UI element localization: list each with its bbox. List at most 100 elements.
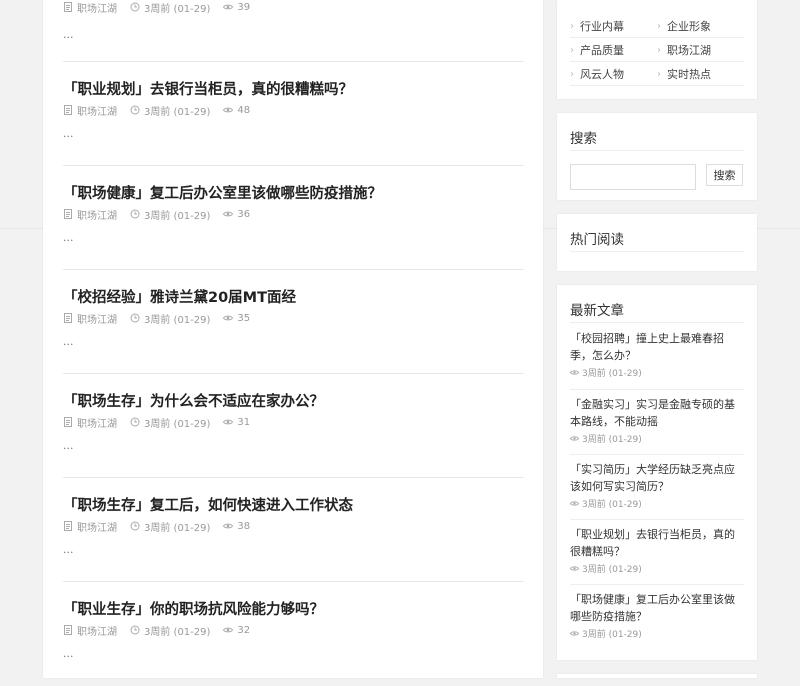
eye-icon bbox=[223, 419, 234, 425]
latest-post-date: 3周前 (01-29) bbox=[570, 497, 744, 510]
post-views: 32 bbox=[223, 625, 250, 636]
post-views-label: 35 bbox=[237, 312, 251, 324]
document-icon bbox=[64, 417, 72, 427]
post-time-label: 3周前 (01-29) bbox=[144, 314, 211, 326]
chevron-right-icon: › bbox=[570, 44, 574, 56]
post-time-label: 3周前 (01-29) bbox=[144, 626, 211, 638]
post-list-panel: 职场江湖 3周前 (01-29) 39 ... 「职业规划」去银行当柜员，真的很… bbox=[43, 0, 543, 678]
post-time: 3周前 (01-29) bbox=[130, 0, 210, 15]
clock-icon bbox=[130, 417, 140, 427]
post-category-label: 职场江湖 bbox=[77, 3, 117, 15]
latest-post-date: 3周前 (01-29) bbox=[570, 366, 744, 379]
search-input[interactable] bbox=[570, 164, 696, 190]
post-title[interactable]: 「职场生存」复工后，如何快速进入工作状态 bbox=[63, 494, 353, 515]
chevron-right-icon: › bbox=[570, 20, 574, 32]
post-category[interactable]: 职场江湖 bbox=[63, 103, 117, 118]
category-link[interactable]: › 产品质量 bbox=[570, 42, 624, 58]
post-title[interactable]: 「职业规划」去银行当柜员，真的很糟糕吗？ bbox=[63, 78, 353, 99]
latest-post-time: 3周前 (01-29) bbox=[582, 369, 642, 379]
post-views: 39 bbox=[223, 2, 250, 13]
post-title[interactable]: 「职场健康」复工后办公室里该做哪些防疫措施？ bbox=[63, 182, 382, 203]
latest-post-item[interactable]: 「职场健康」复工后办公室里该做哪些防疫措施？ 3周前 (01-29) bbox=[570, 591, 744, 650]
post-views-label: 38 bbox=[237, 520, 251, 532]
post-views-label: 32 bbox=[237, 624, 251, 636]
post-time: 3周前 (01-29) bbox=[130, 207, 210, 222]
post-category[interactable]: 职场江湖 bbox=[63, 519, 117, 534]
clock-icon bbox=[130, 313, 140, 323]
search-widget: 搜索 搜索 bbox=[557, 113, 757, 200]
post-time: 3周前 (01-29) bbox=[130, 311, 210, 326]
category-label: 企业形象 bbox=[667, 20, 711, 33]
eye-icon bbox=[570, 566, 579, 571]
clock-icon bbox=[130, 521, 140, 531]
next-widget-edge bbox=[557, 674, 757, 678]
widget-divider bbox=[570, 251, 744, 252]
post-item: 「校招经验」雅诗兰黛20届MT面经 职场江湖 3周前 (01-29) 35 ..… bbox=[63, 269, 524, 374]
post-title[interactable]: 「职场生存」为什么会不适应在家办公？ bbox=[63, 390, 324, 411]
eye-icon bbox=[570, 631, 579, 636]
post-category-label: 职场江湖 bbox=[77, 418, 117, 430]
latest-post-time: 3周前 (01-29) bbox=[582, 565, 642, 575]
eye-icon bbox=[223, 315, 234, 321]
post-excerpt: ... bbox=[63, 543, 74, 556]
post-time-label: 3周前 (01-29) bbox=[144, 210, 211, 222]
post-views: 36 bbox=[223, 209, 250, 220]
post-views-label: 39 bbox=[237, 1, 251, 13]
post-category[interactable]: 职场江湖 bbox=[63, 623, 117, 638]
latest-post-title[interactable]: 「实习简历」大学经历缺乏亮点应该如何写实习简历？ bbox=[570, 461, 744, 495]
eye-icon bbox=[223, 523, 234, 529]
latest-post-time: 3周前 (01-29) bbox=[582, 630, 642, 640]
latest-post-title[interactable]: 「金融实习」实习是金融专硕的基本路线，不能动摇 bbox=[570, 396, 744, 430]
category-link[interactable]: › 实时热点 bbox=[657, 66, 711, 82]
latest-post-date: 3周前 (01-29) bbox=[570, 432, 744, 445]
post-meta: 职场江湖 3周前 (01-29) 31 bbox=[63, 415, 263, 430]
clock-icon bbox=[130, 105, 140, 115]
category-link[interactable]: › 职场江湖 bbox=[657, 42, 711, 58]
document-icon bbox=[64, 209, 72, 219]
post-category[interactable]: 职场江湖 bbox=[63, 311, 117, 326]
hot-reading-widget: 热门阅读 bbox=[557, 214, 757, 271]
post-category[interactable]: 职场江湖 bbox=[63, 0, 117, 15]
post-excerpt: ... bbox=[63, 439, 74, 452]
eye-icon bbox=[570, 436, 579, 441]
post-item: 「职场健康」复工后办公室里该做哪些防疫措施？ 职场江湖 3周前 (01-29) … bbox=[63, 165, 524, 270]
latest-post-title[interactable]: 「职业规划」去银行当柜员，真的很糟糕吗？ bbox=[570, 526, 744, 560]
post-time-label: 3周前 (01-29) bbox=[144, 106, 211, 118]
document-icon bbox=[64, 2, 72, 12]
post-item: 「职场生存」复工后，如何快速进入工作状态 职场江湖 3周前 (01-29) 38… bbox=[63, 477, 524, 582]
post-excerpt: ... bbox=[63, 127, 74, 140]
post-excerpt: ... bbox=[63, 335, 74, 348]
latest-post-title[interactable]: 「职场健康」复工后办公室里该做哪些防疫措施？ bbox=[570, 591, 744, 625]
post-time: 3周前 (01-29) bbox=[130, 415, 210, 430]
post-category-label: 职场江湖 bbox=[77, 106, 117, 118]
latest-post-item[interactable]: 「金融实习」实习是金融专硕的基本路线，不能动摇 3周前 (01-29) bbox=[570, 396, 744, 455]
post-item: 「职业生存」你的职场抗风险能力够吗？ 职场江湖 3周前 (01-29) 32 .… bbox=[63, 581, 524, 686]
eye-icon bbox=[570, 370, 579, 375]
post-views: 48 bbox=[223, 105, 250, 116]
document-icon bbox=[64, 105, 72, 115]
document-icon bbox=[64, 521, 72, 531]
post-meta: 职场江湖 3周前 (01-29) 32 bbox=[63, 623, 263, 638]
widget-divider bbox=[570, 322, 744, 323]
category-link[interactable]: › 企业形象 bbox=[657, 18, 711, 34]
latest-post-title[interactable]: 「校园招聘」撞上史上最难春招季，怎么办？ bbox=[570, 330, 744, 364]
latest-post-item[interactable]: 「实习简历」大学经历缺乏亮点应该如何写实习简历？ 3周前 (01-29) bbox=[570, 461, 744, 520]
post-title[interactable]: 「校招经验」雅诗兰黛20届MT面经 bbox=[63, 286, 296, 307]
post-category-label: 职场江湖 bbox=[77, 210, 117, 222]
category-link[interactable]: › 行业内幕 bbox=[570, 18, 624, 34]
post-title[interactable]: 「职业生存」你的职场抗风险能力够吗？ bbox=[63, 598, 324, 619]
chevron-right-icon: › bbox=[657, 68, 661, 80]
post-category[interactable]: 职场江湖 bbox=[63, 207, 117, 222]
latest-post-date: 3周前 (01-29) bbox=[570, 562, 744, 575]
chevron-right-icon: › bbox=[657, 20, 661, 32]
category-link[interactable]: › 风云人物 bbox=[570, 66, 624, 82]
latest-post-time: 3周前 (01-29) bbox=[582, 500, 642, 510]
post-item: 「职业规划」去银行当柜员，真的很糟糕吗？ 职场江湖 3周前 (01-29) 48… bbox=[63, 61, 524, 166]
latest-post-item[interactable]: 「校园招聘」撞上史上最难春招季，怎么办？ 3周前 (01-29) bbox=[570, 330, 744, 390]
latest-post-item[interactable]: 「职业规划」去银行当柜员，真的很糟糕吗？ 3周前 (01-29) bbox=[570, 526, 744, 585]
eye-icon bbox=[223, 107, 234, 113]
search-button[interactable]: 搜索 bbox=[706, 164, 743, 186]
post-category[interactable]: 职场江湖 bbox=[63, 415, 117, 430]
post-time: 3周前 (01-29) bbox=[130, 519, 210, 534]
category-label: 产品质量 bbox=[580, 44, 624, 57]
